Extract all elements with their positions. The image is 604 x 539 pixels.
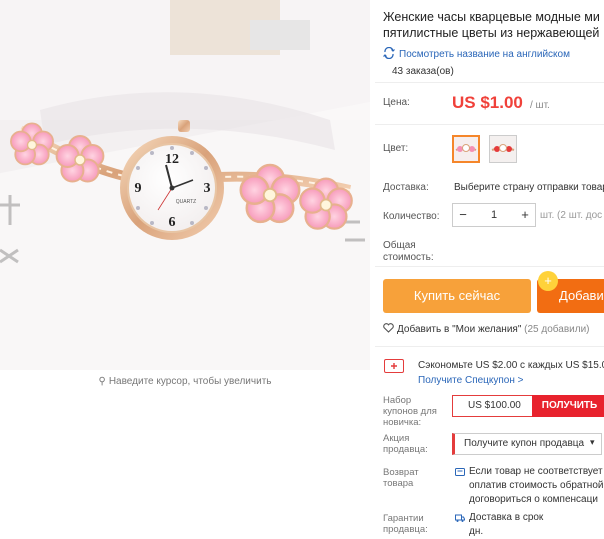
translate-title-link[interactable]: Посмотреть название на английском	[383, 47, 570, 60]
total-label: Общая стоимость:	[383, 240, 434, 264]
newcomer-coupons-label: Набор купонов для новичка:	[383, 395, 437, 428]
guarantee-label-line2: продавца:	[383, 524, 428, 535]
product-image[interactable]: 12 3 6 9 QUARTZ	[0, 0, 370, 370]
quantity-stepper: − 1 +	[452, 203, 536, 227]
dial-number-12: 12	[165, 152, 179, 167]
quantity-increase-button[interactable]: +	[515, 204, 535, 226]
divider	[375, 124, 604, 125]
color-option-1[interactable]	[452, 135, 480, 163]
dial-number-9: 9	[135, 181, 142, 196]
return-policy-text: Если товар не соответствует оплатив стои…	[469, 465, 603, 507]
newcomer-label-line2: купонов для	[383, 406, 437, 417]
return-label: Возврат товара	[383, 467, 419, 489]
color-swatch-1	[454, 137, 478, 161]
coupon-icon	[384, 359, 404, 373]
color-label: Цвет:	[383, 143, 409, 154]
translate-icon	[383, 47, 395, 59]
heart-icon	[383, 323, 394, 333]
newcomer-coupon-amount: US $100.00	[468, 400, 521, 411]
price-unit: / шт.	[530, 100, 550, 111]
divider	[375, 346, 604, 347]
buy-now-button[interactable]: Купить сейчас	[383, 279, 531, 313]
quantity-input[interactable]: 1	[475, 204, 513, 226]
guarantee-label-line1: Гарантии	[383, 513, 424, 524]
seller-promo-label: Акция продавца:	[383, 433, 428, 455]
return-label-line2: товара	[383, 478, 414, 489]
add-to-wishlist-link[interactable]: Добавить в "Мои желания" (25 добавили)	[383, 323, 590, 335]
newcomer-label-line3: новичка:	[383, 417, 422, 428]
watch-brand: QUARTZ	[176, 199, 196, 205]
wishlist-count: (25 добавили)	[524, 324, 590, 335]
return-label-line1: Возврат	[383, 467, 419, 478]
return-text-line1: Если товар не соответствует	[469, 466, 603, 477]
divider	[375, 266, 604, 267]
magnifier-icon: ⚲	[98, 376, 106, 387]
orders-count: 43 заказа(ов)	[392, 66, 454, 77]
quantity-decrease-button[interactable]: −	[453, 204, 473, 226]
guarantee-text: Доставка в срок дн.	[469, 511, 543, 539]
divider	[375, 82, 604, 83]
delivery-country-select[interactable]: Выберите страну отправки товар	[454, 182, 604, 193]
cart-plus-icon: +	[538, 271, 558, 291]
color-option-2[interactable]	[489, 135, 517, 163]
wishlist-label: Добавить в "Мои желания"	[397, 324, 522, 335]
price-label: Цена:	[383, 97, 410, 108]
seller-label-line2: продавца:	[383, 444, 428, 455]
product-title-line1: Женские часы кварцевые модные ми	[383, 10, 600, 24]
delivery-truck-icon	[455, 514, 465, 522]
zoom-hint: ⚲ Наведите курсор, чтобы увеличить	[0, 376, 370, 387]
delivery-label: Доставка:	[383, 182, 429, 193]
get-special-coupon-link[interactable]: Получите Спецкупон >	[418, 375, 524, 386]
return-text-line3: договориться о компенсаци	[469, 494, 598, 505]
seller-coupon-text: Получите купон продавца	[464, 438, 585, 449]
newcomer-label-line1: Набор	[383, 395, 412, 406]
dial-number-6: 6	[169, 215, 176, 230]
quantity-available-note: шт. (2 шт. дос	[540, 210, 603, 221]
guarantee-label: Гарантии продавца:	[383, 513, 428, 535]
chevron-down-icon: ▾	[590, 437, 595, 447]
zoom-hint-text: Наведите курсор, чтобы увеличить	[108, 376, 272, 387]
price-value: US $1.00	[452, 93, 523, 112]
get-coupon-button[interactable]: ПОЛУЧИТЬ	[532, 395, 604, 417]
return-text-line2: оплатив стоимость обратной	[469, 480, 604, 491]
translate-link-text: Посмотреть название на английском	[399, 49, 570, 60]
product-title: Женские часы кварцевые модные ми пятилис…	[383, 9, 604, 41]
total-label-line1: Общая	[383, 240, 416, 251]
return-icon	[455, 468, 465, 476]
dial-number-3: 3	[204, 181, 211, 196]
quantity-label: Количество:	[383, 211, 440, 222]
product-title-line2: пятилистные цветы из нержавеющей	[383, 26, 600, 40]
coupon-save-text: Сэкономьте US $2.00 с каждых US $15.00	[418, 360, 604, 371]
guarantee-text-line1: Доставка в срок	[469, 512, 544, 523]
product-photo: 12 3 6 9 QUARTZ	[0, 0, 370, 370]
total-label-line2: стоимость:	[383, 252, 434, 263]
seller-label-line1: Акция	[383, 433, 410, 444]
guarantee-text-line2: дн.	[469, 526, 484, 537]
color-swatch-2	[490, 136, 516, 162]
